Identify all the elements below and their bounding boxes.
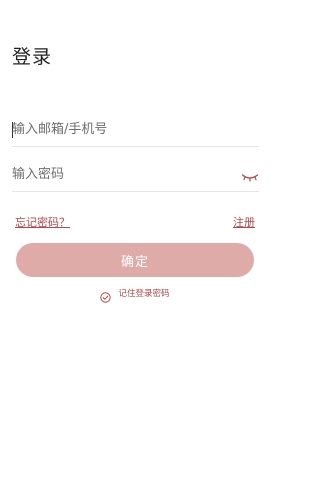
password-input[interactable] bbox=[12, 158, 232, 191]
check-circle-icon[interactable] bbox=[100, 288, 112, 303]
account-field[interactable] bbox=[12, 113, 259, 147]
confirm-button[interactable]: 确定 bbox=[16, 243, 254, 277]
account-input[interactable] bbox=[12, 113, 232, 146]
remember-password-toggle[interactable]: 记住登录密码 bbox=[0, 287, 270, 303]
eye-closed-icon[interactable] bbox=[241, 168, 259, 182]
remember-password-label: 记住登录密码 bbox=[118, 289, 170, 299]
forgot-password-link[interactable]: 忘记密码？ bbox=[15, 214, 70, 230]
register-link[interactable]: 注册 bbox=[233, 214, 255, 230]
password-field[interactable] bbox=[12, 158, 259, 192]
page-title: 登录 bbox=[12, 46, 53, 68]
